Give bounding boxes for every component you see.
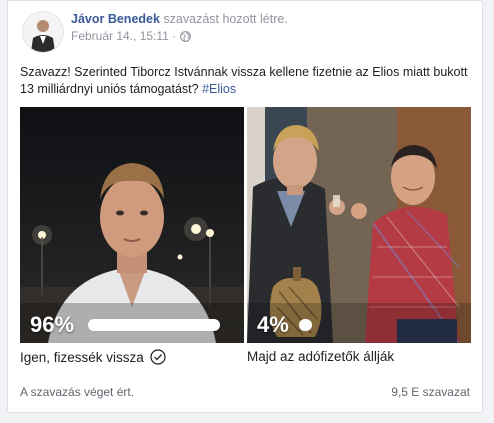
poll-option-1-percent: 96% bbox=[30, 312, 75, 337]
poll-option-1-bar bbox=[88, 319, 226, 331]
poll-option-1[interactable]: 96% bbox=[20, 107, 244, 343]
hashtag-link[interactable]: #Elios bbox=[202, 82, 236, 96]
poll-option-2-bar bbox=[299, 319, 437, 331]
post-timestamp[interactable]: Február 14., 15:11 · bbox=[71, 29, 176, 43]
poll-option-1-bar-fill bbox=[88, 319, 221, 331]
check-circle-icon bbox=[150, 349, 166, 365]
post-text: Szavazz! Szerinted Tiborcz Istvánnak vis… bbox=[20, 64, 472, 98]
poll-option-2[interactable]: 4% bbox=[247, 107, 471, 343]
poll-status: A szavazás véget ért. bbox=[20, 385, 135, 399]
poll-option-2-label-row[interactable]: Majd az adófizetők állják bbox=[247, 349, 394, 364]
post-header: Jávor Benedek szavazást hozott létre. bbox=[71, 12, 288, 26]
post-meta: Február 14., 15:11 · bbox=[71, 29, 192, 43]
poll-option-2-percent: 4% bbox=[257, 312, 289, 337]
poll-post-card: Jávor Benedek szavazást hozott létre. Fe… bbox=[7, 0, 483, 413]
poll-option-2-image bbox=[247, 107, 471, 343]
poll-option-1-label: Igen, fizessék vissza bbox=[20, 349, 144, 365]
vote-count[interactable]: 9,5 E szavazat bbox=[391, 385, 470, 399]
avatar-image bbox=[23, 12, 63, 52]
post-action-text: szavazást hozott létre. bbox=[163, 12, 288, 26]
post-body: Szavazz! Szerinted Tiborcz Istvánnak vis… bbox=[20, 65, 468, 96]
poll-option-1-image bbox=[20, 107, 244, 343]
poll-option-2-label: Majd az adófizetők állják bbox=[247, 349, 395, 364]
poll-option-1-label-row[interactable]: Igen, fizessék vissza bbox=[20, 349, 166, 365]
poll-option-2-bar-fill bbox=[299, 319, 312, 331]
author-name[interactable]: Jávor Benedek bbox=[71, 12, 160, 26]
globe-icon[interactable] bbox=[180, 30, 192, 42]
author-avatar[interactable] bbox=[22, 11, 64, 53]
